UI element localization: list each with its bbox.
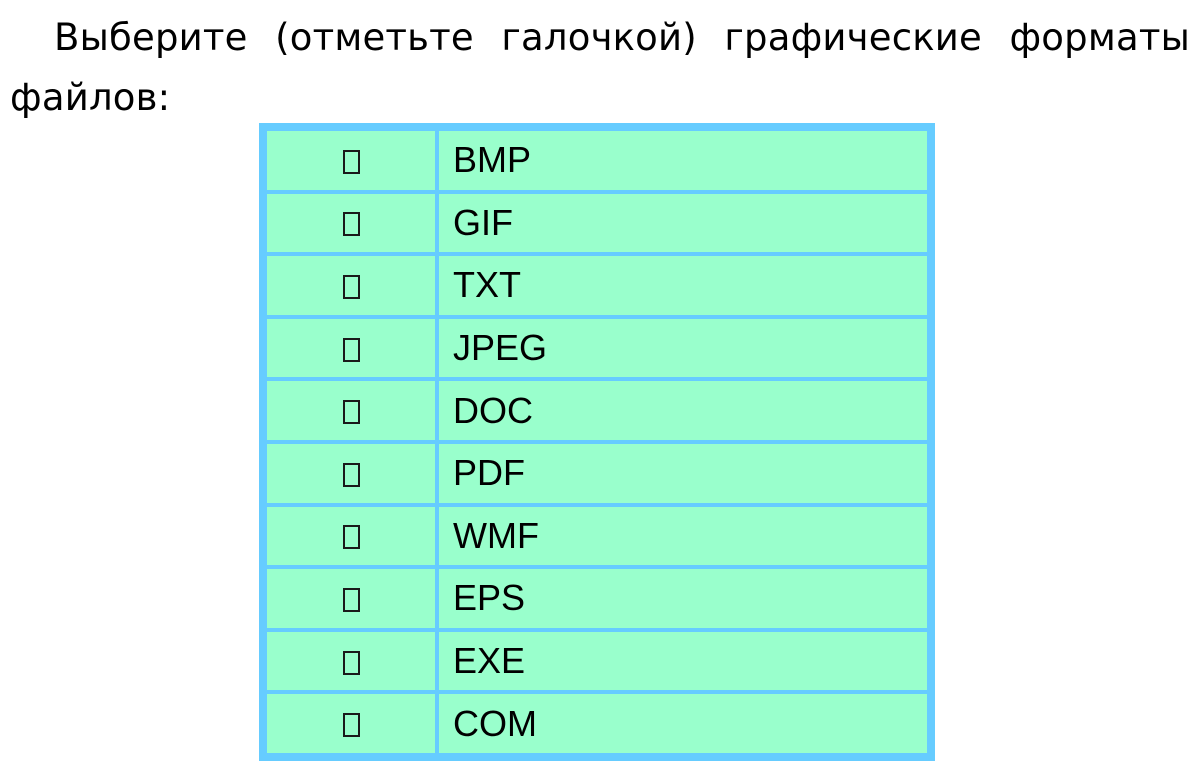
table-row: EXE: [267, 631, 927, 695]
format-label: BMP: [439, 131, 927, 194]
table-row: TXT: [267, 256, 927, 319]
format-label: GIF: [439, 193, 927, 257]
checkbox-icon[interactable]: [342, 713, 360, 738]
checkbox-cell[interactable]: [267, 443, 439, 507]
table-row: DOC: [267, 381, 927, 444]
checkbox-icon[interactable]: [342, 212, 360, 237]
checkbox-icon[interactable]: [342, 400, 360, 425]
checkbox-icon[interactable]: [342, 650, 360, 675]
table-row: GIF: [267, 193, 927, 257]
file-formats-table: BMP GIF TXT JPEG DOC PDF WMF EPS EXE COM: [259, 123, 935, 761]
format-label: JPEG: [439, 318, 927, 382]
checkbox-icon[interactable]: [342, 587, 360, 612]
checkbox-icon[interactable]: [342, 462, 360, 487]
format-label: EPS: [439, 569, 927, 632]
table-row: PDF: [267, 443, 927, 507]
checkbox-cell[interactable]: [267, 381, 439, 444]
format-label: COM: [439, 694, 927, 753]
checkbox-icon[interactable]: [342, 337, 360, 362]
table-row: WMF: [267, 506, 927, 570]
checkbox-cell[interactable]: [267, 193, 439, 257]
table-row: EPS: [267, 569, 927, 632]
format-label: TXT: [439, 256, 927, 319]
table-row: COM: [267, 694, 927, 753]
checkbox-cell[interactable]: [267, 256, 439, 319]
table-row: BMP: [267, 131, 927, 194]
format-label: WMF: [439, 506, 927, 570]
checkbox-cell[interactable]: [267, 694, 439, 753]
format-label: PDF: [439, 443, 927, 507]
format-label: DOC: [439, 381, 927, 444]
checkbox-cell[interactable]: [267, 131, 439, 194]
checkbox-cell[interactable]: [267, 569, 439, 632]
checkbox-icon[interactable]: [342, 274, 360, 299]
checkbox-icon[interactable]: [342, 525, 360, 550]
table-row: JPEG: [267, 318, 927, 382]
checkbox-cell[interactable]: [267, 631, 439, 695]
checkbox-icon[interactable]: [342, 149, 360, 174]
checkbox-cell[interactable]: [267, 318, 439, 382]
format-label: EXE: [439, 631, 927, 695]
checkbox-cell[interactable]: [267, 506, 439, 570]
question-text: Выберите (отметьте галочкой) графические…: [10, 16, 1190, 119]
